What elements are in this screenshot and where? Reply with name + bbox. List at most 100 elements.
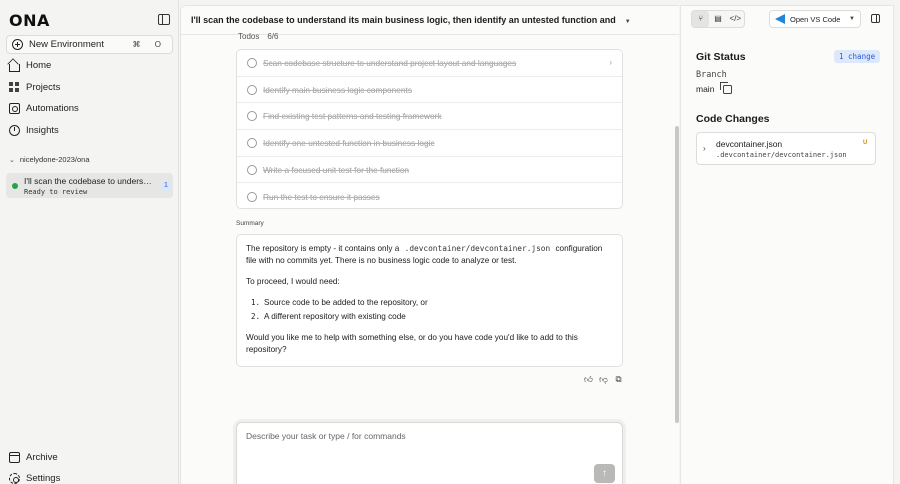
scrollbar[interactable]: [675, 126, 679, 423]
inline-code: .devcontainer/devcontainer.json: [404, 244, 551, 253]
todo-item[interactable]: Write a focused unit test for the functi…: [237, 157, 622, 184]
top-bar: I'll scan the codebase to understand its…: [181, 6, 679, 35]
ona-logo[interactable]: ONA: [9, 11, 50, 30]
session-title: I'll scan the codebase to understand its…: [24, 176, 154, 186]
todo-item[interactable]: Run the test to ensure it passes: [237, 183, 622, 210]
file-status-badge: U: [863, 140, 868, 146]
view-toggle-group: ⑂ ▤ </>: [691, 10, 745, 28]
todo-text: Run the test to ensure it passes: [263, 191, 380, 202]
checkbox-circle-icon: [247, 137, 257, 148]
status-dot: [12, 183, 18, 189]
sidebar-item-label: Automations: [26, 103, 79, 114]
code-changes-title: Code Changes: [696, 113, 770, 125]
todo-text: Scan codebase structure to understand pr…: [263, 57, 517, 68]
panel-divider: [680, 5, 681, 484]
sidebar-item-settings[interactable]: Settings: [9, 473, 60, 484]
send-button[interactable]: ↑: [594, 464, 615, 483]
sidebar-item-label: Insights: [26, 125, 59, 136]
new-environment-shortcut: ⌘ O: [132, 40, 167, 49]
file-icon[interactable]: ▤: [709, 11, 726, 27]
new-environment-button[interactable]: New Environment ⌘ O: [6, 35, 173, 54]
session-status: Ready to review: [24, 188, 88, 196]
session-count-badge: 1: [161, 181, 171, 191]
sidebar-item-archive[interactable]: Archive: [9, 452, 58, 463]
todo-item[interactable]: Scan codebase structure to understand pr…: [237, 50, 622, 77]
todos-header: Todos 6/6: [238, 32, 278, 41]
list-item: 2. A different repository with existing …: [251, 311, 613, 323]
todos-count: 6/6: [267, 32, 279, 41]
task-title: I'll scan the codebase to understand its…: [191, 15, 616, 25]
sidebar-item-home[interactable]: Home: [9, 60, 51, 72]
summary-paragraph: To proceed, I would need:: [246, 277, 340, 286]
sidebar-item-insights[interactable]: Insights: [9, 125, 59, 136]
panel-toggle-icon[interactable]: [871, 14, 880, 23]
git-branch-icon[interactable]: ⑂: [692, 11, 710, 27]
arrow-up-icon: ↑: [602, 468, 607, 479]
sidebar-item-projects[interactable]: Projects: [9, 82, 60, 93]
composer: ↑: [236, 422, 623, 484]
new-environment-label: New Environment: [29, 39, 104, 50]
file-name: devcontainer.json: [716, 139, 783, 149]
branch-row: main: [696, 81, 733, 94]
file-path: .devcontainer/devcontainer.json: [716, 151, 847, 159]
automation-icon: [9, 103, 20, 114]
conversation-pane: I'll scan the codebase to understand its…: [180, 5, 679, 484]
chevron-down-icon: ⌄: [9, 156, 15, 164]
message-actions: 👍︎ 👎︎ ⧉: [584, 375, 623, 384]
checkbox-circle-icon: [247, 164, 257, 175]
open-vscode-label: Open VS Code: [790, 14, 841, 24]
checkbox-circle-icon: [247, 57, 257, 68]
checkbox-circle-icon: [247, 191, 257, 202]
thumbs-up-icon[interactable]: 👍︎: [584, 375, 593, 384]
sidebar-collapse-icon[interactable]: [158, 14, 170, 25]
task-title-dropdown[interactable]: I'll scan the codebase to understand its…: [191, 15, 631, 25]
list-text: A different repository with existing cod…: [264, 312, 406, 321]
home-icon: [9, 63, 20, 72]
todo-text: Find existing test patterns and testing …: [263, 111, 442, 122]
list-text: Source code to be added to the repositor…: [264, 298, 428, 307]
insights-icon: [9, 125, 20, 136]
todo-text: Identify main business logic components: [263, 84, 412, 95]
summary-paragraph: The repository is empty - it contains on…: [246, 243, 613, 267]
grid-icon: [9, 82, 20, 93]
summary-list: 1. Source code to be added to the reposi…: [246, 297, 613, 323]
todo-list: Scan codebase structure to understand pr…: [236, 49, 623, 209]
todo-text: Write a focused unit test for the functi…: [263, 164, 410, 175]
chevron-down-icon: ▼: [624, 19, 631, 25]
list-number: 1.: [251, 298, 261, 307]
vscode-icon: [775, 14, 785, 24]
sidebar-item-label: Archive: [26, 452, 58, 463]
chevron-down-icon[interactable]: ▼: [849, 16, 855, 22]
summary-message: The repository is empty - it contains on…: [236, 234, 623, 367]
session-item[interactable]: I'll scan the codebase to understand its…: [6, 173, 173, 198]
git-status-title: Git Status: [696, 51, 746, 63]
list-item: 1. Source code to be added to the reposi…: [251, 297, 613, 309]
repo-group-toggle[interactable]: ⌄ nicelydone-2023/ona: [9, 155, 90, 164]
sidebar-item-label: Settings: [26, 473, 61, 484]
todo-item[interactable]: Identify one untested function in busine…: [237, 130, 622, 157]
summary-paragraph: Would you like me to help with something…: [246, 333, 578, 354]
todo-text: Identify one untested function in busine…: [263, 137, 435, 148]
todo-item[interactable]: Find existing test patterns and testing …: [237, 103, 622, 131]
task-input[interactable]: [246, 431, 546, 441]
copy-icon[interactable]: [720, 81, 733, 94]
chevron-right-icon[interactable]: ›: [703, 144, 706, 153]
checkbox-circle-icon: [247, 84, 257, 95]
archive-icon: [9, 452, 20, 463]
code-icon[interactable]: </>: [727, 11, 744, 27]
branch-name: main: [696, 84, 715, 94]
todo-item[interactable]: Identify main business logic components: [237, 77, 622, 104]
change-count-badge: 1 change: [834, 50, 881, 63]
plus-icon: [12, 39, 23, 50]
copy-icon[interactable]: ⧉: [614, 375, 623, 384]
summary-label: Summary: [236, 220, 264, 227]
gear-icon: [9, 473, 20, 484]
thumbs-down-icon[interactable]: 👎︎: [599, 375, 608, 384]
changed-file-item[interactable]: › devcontainer.json .devcontainer/devcon…: [696, 132, 876, 165]
open-vscode-button[interactable]: Open VS Code ▼: [769, 10, 861, 28]
sidebar: ONA New Environment ⌘ O Home Projects Au…: [0, 0, 179, 484]
list-number: 2.: [251, 312, 261, 321]
sidebar-item-automations[interactable]: Automations: [9, 103, 79, 114]
sidebar-item-label: Projects: [26, 82, 61, 93]
chevron-right-icon[interactable]: ›: [609, 58, 612, 67]
